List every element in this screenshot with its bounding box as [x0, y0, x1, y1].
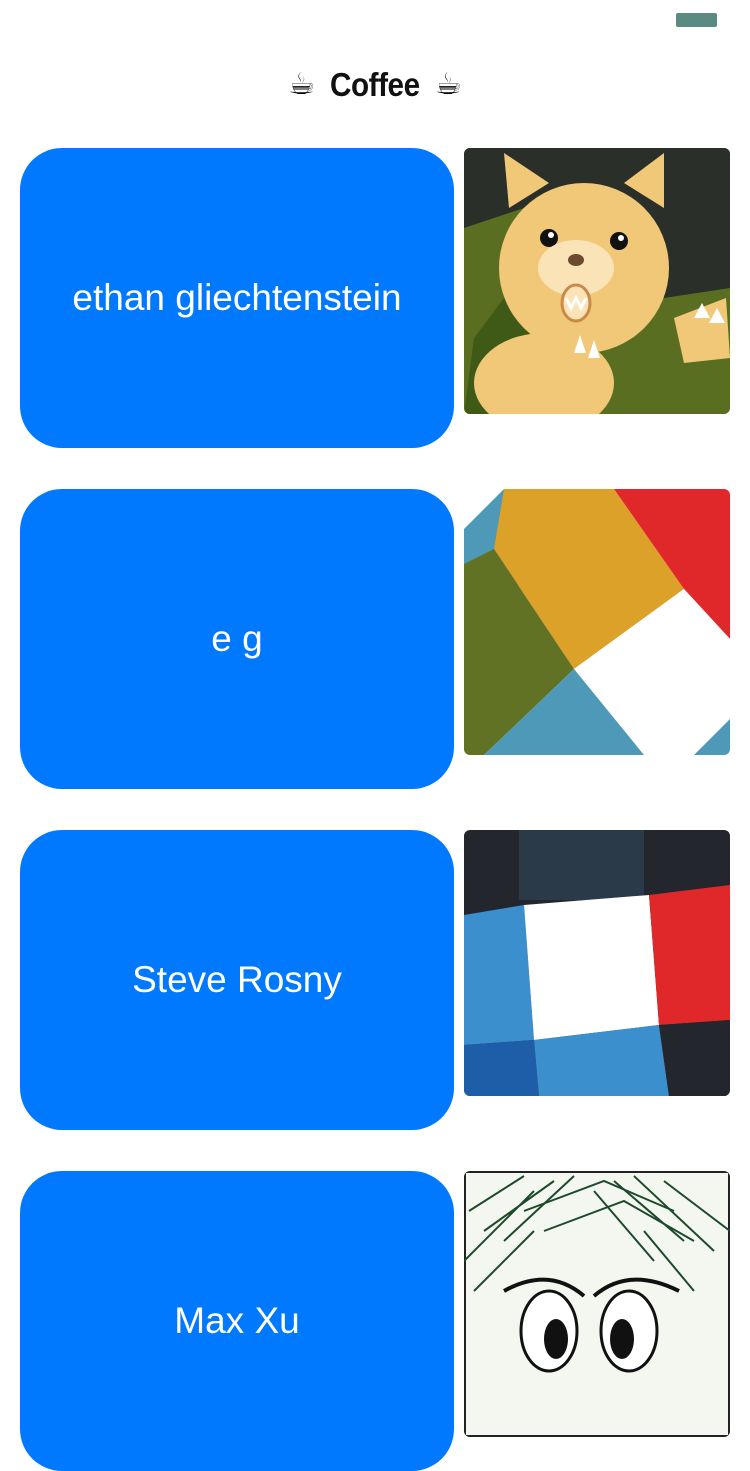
person-row: ethan gliechtenstein: [0, 148, 750, 448]
person-name-button[interactable]: Steve Rosny: [20, 830, 454, 1130]
person-name-label: ethan gliechtenstein: [72, 277, 402, 318]
page-header: ☕ Coffee ☕: [0, 60, 750, 110]
person-row: Max Xu: [0, 1171, 750, 1471]
person-name-button[interactable]: Max Xu: [20, 1171, 454, 1471]
person-name-label: e g: [211, 618, 263, 659]
coffee-cup-icon: ☕: [434, 67, 462, 102]
sketch-face-avatar[interactable]: [464, 1171, 730, 1437]
person-name-button[interactable]: e g: [20, 489, 454, 789]
status-indicator: [676, 13, 717, 27]
page-title: Coffee: [330, 66, 420, 103]
person-name-label: Steve Rosny: [132, 959, 342, 1000]
plaid-squares-avatar[interactable]: [464, 830, 730, 1096]
cartoon-bear-avatar[interactable]: [464, 148, 730, 414]
person-row: e g: [0, 489, 750, 789]
person-row: Steve Rosny: [0, 830, 750, 1130]
coffee-cup-icon: ☕: [288, 67, 316, 102]
geometric-stripes-avatar[interactable]: [464, 489, 730, 755]
person-name-label: Max Xu: [174, 1300, 300, 1341]
person-name-button[interactable]: ethan gliechtenstein: [20, 148, 454, 448]
